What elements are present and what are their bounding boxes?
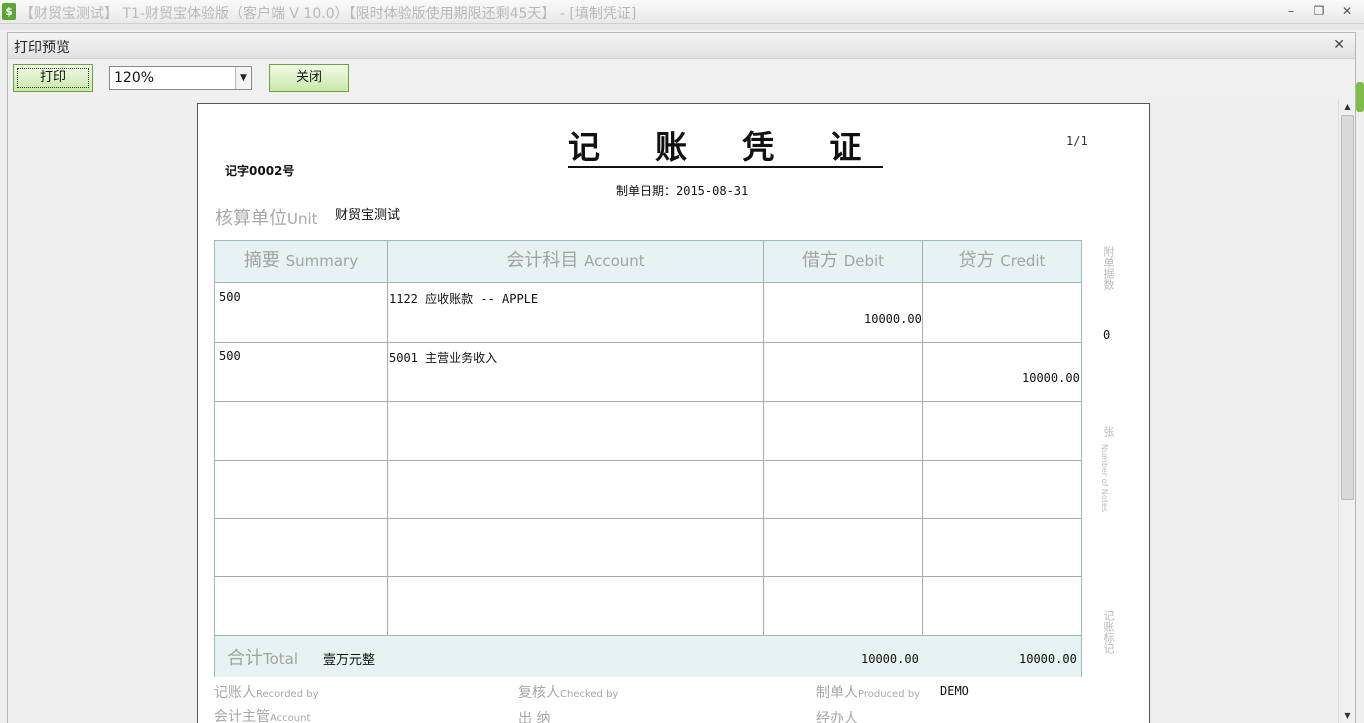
remark-label: 记账标记 (1102, 610, 1115, 654)
dialog-close-icon[interactable]: ✕ (1333, 37, 1345, 53)
preview-area: 记 账 凭 证 1/1 记字0002号 制单日期：2015-08-31 核算单位… (8, 99, 1338, 723)
app-logo-icon: $ (2, 3, 16, 20)
app-window-title: 【财贸宝测试】 T1-财贸宝体验版（客户端 V 10.0）【限时体验版使用期限还… (20, 6, 637, 22)
row-divider (215, 576, 1081, 577)
account-manager-label: 会计主管Account (214, 709, 311, 723)
handler-label: 经办人 (816, 711, 858, 723)
chevron-down-icon[interactable]: ▼ (235, 67, 251, 89)
zoom-value: 120% (114, 70, 155, 86)
row-divider (215, 401, 1081, 402)
total-debit: 10000.00 (861, 652, 919, 666)
header-account: 会计科目 Account (388, 241, 764, 283)
scroll-down-icon[interactable]: ▼ (1339, 708, 1356, 723)
attachments-count: 0 (1103, 328, 1111, 342)
voucher-page: 记 账 凭 证 1/1 记字0002号 制单日期：2015-08-31 核算单位… (197, 103, 1150, 723)
row1-account: 1122 应收账款 -- APPLE (389, 292, 539, 306)
voucher-number: 记字0002号 (225, 164, 295, 178)
dialog-title: 打印预览 (14, 40, 70, 56)
header-summary: 摘要 Summary (215, 241, 388, 283)
total-amount-words: 壹万元整 (323, 653, 376, 668)
header-debit: 借方 Debit (764, 241, 923, 283)
close-button[interactable]: 关闭 (269, 64, 349, 92)
row-divider (215, 518, 1081, 519)
total-credit: 10000.00 (1019, 652, 1077, 666)
row-divider (215, 460, 1081, 461)
unit-value: 财贸宝测试 (335, 208, 401, 223)
column-divider (763, 241, 764, 676)
scroll-up-icon[interactable]: ▲ (1339, 99, 1356, 115)
voucher-title: 记 账 凭 证 (568, 128, 884, 168)
close-window-button[interactable]: ✕ (1338, 3, 1356, 20)
print-preview-dialog: 打印预览 ✕ 打印 120% ▼ 关闭 记 账 凭 证 1/1 记字0002号 … (7, 32, 1356, 723)
sheets-label: 张 (1102, 426, 1115, 437)
column-divider (922, 241, 923, 676)
preview-toolbar: 打印 120% ▼ 关闭 (8, 60, 1355, 98)
row2-account: 5001 主营业务收入 (389, 351, 498, 365)
produced-by-value: DEMO (940, 684, 969, 698)
scroll-thumb[interactable] (1341, 115, 1354, 500)
column-divider (387, 241, 388, 676)
cashier-label: 出 纳 (518, 711, 551, 723)
restore-button[interactable]: ❐ (1310, 3, 1328, 20)
minimize-button[interactable]: – (1282, 3, 1300, 20)
dialog-title-bar: 打印预览 ✕ (8, 33, 1355, 59)
checked-by-label: 复核人Checked by (518, 685, 619, 701)
main-menu-bar (0, 24, 1364, 30)
page-indicator: 1/1 (1066, 134, 1088, 148)
row2-credit: 10000.00 (1022, 371, 1080, 385)
app-title-bar: $ 【财贸宝测试】 T1-财贸宝体验版（客户端 V 10.0）【限时体验版使用期… (0, 0, 1364, 24)
row2-summary: 500 (219, 349, 241, 363)
vertical-scrollbar[interactable]: ▲ ▼ (1338, 99, 1355, 723)
header-credit: 贷方 Credit (923, 241, 1081, 283)
voucher-date: 制单日期：2015-08-31 (616, 184, 749, 198)
recorded-by-label: 记账人Recorded by (214, 685, 319, 701)
total-row: 合计Total 壹万元整 10000.00 10000.00 (215, 635, 1081, 677)
unit-label: 核算单位Unit (215, 208, 318, 229)
row1-summary: 500 (219, 290, 241, 304)
row1-debit: 10000.00 (864, 312, 922, 326)
attachments-label: 附单据数 (1102, 246, 1115, 290)
produced-by-label: 制单人Produced by (816, 685, 920, 701)
sheets-label-en: Number of Notes (1100, 444, 1109, 513)
voucher-table: 摘要 Summary 会计科目 Account 借方 Debit 贷方 Cred… (214, 240, 1082, 677)
print-button[interactable]: 打印 (13, 64, 93, 92)
zoom-select[interactable]: 120% ▼ (109, 66, 252, 90)
background-panel-edge (1356, 82, 1364, 112)
row-divider (215, 342, 1081, 343)
total-label: 合计Total (227, 648, 299, 669)
